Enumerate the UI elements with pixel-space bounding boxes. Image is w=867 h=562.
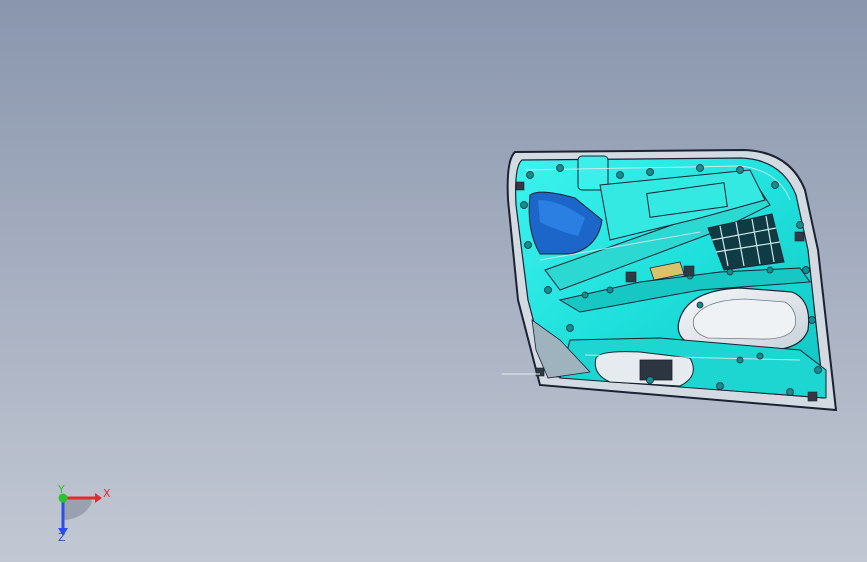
z-axis-label: Z: [58, 531, 66, 544]
door-trim-model[interactable]: [0, 0, 867, 562]
triad-shadow: [63, 498, 92, 520]
axis-triad-graphic: [58, 493, 102, 536]
switch-block: [639, 359, 673, 381]
axis-triad[interactable]: X Y Z: [40, 480, 130, 550]
x-axis-label: X: [103, 487, 111, 500]
x-axis-head: [95, 493, 102, 503]
y-axis-label: Y: [58, 483, 65, 496]
cad-viewport[interactable]: X Y Z: [0, 0, 867, 562]
